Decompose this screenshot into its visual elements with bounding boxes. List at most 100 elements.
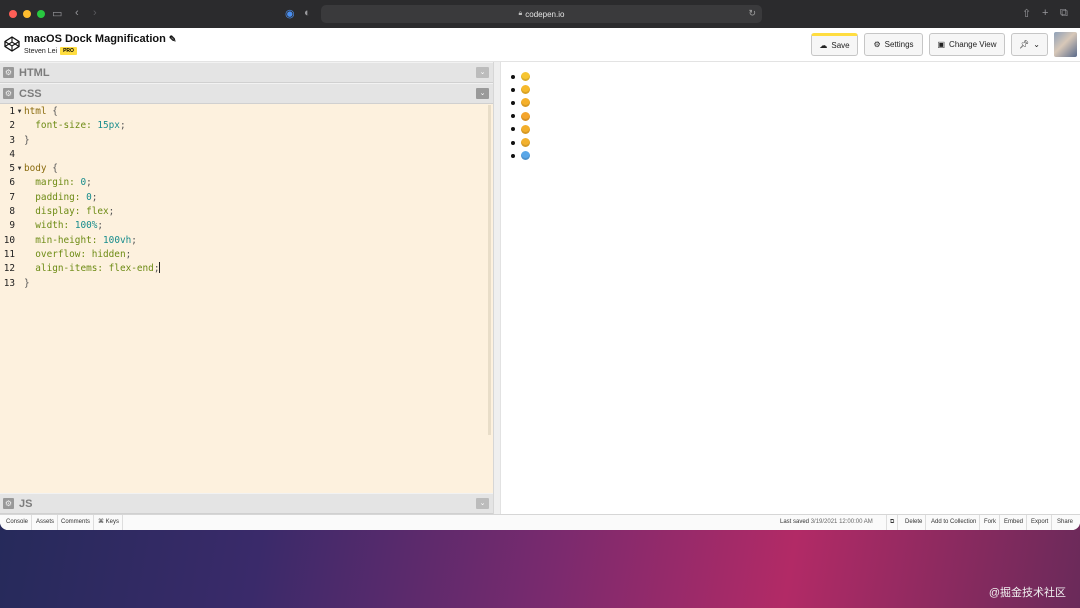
url-text: codepen.io bbox=[525, 9, 565, 19]
html-pane-header[interactable]: ⚙ HTML ⌄ bbox=[0, 62, 493, 83]
css-pane-header[interactable]: ⚙ CSS ⌄ bbox=[0, 83, 493, 104]
list-item bbox=[511, 110, 530, 123]
bullet-icon bbox=[511, 74, 515, 79]
settings-label: Settings bbox=[884, 40, 914, 49]
forward-arrow-icon[interactable]: › bbox=[93, 7, 97, 19]
code-token: { bbox=[46, 163, 58, 175]
codepen-logo-icon[interactable] bbox=[4, 36, 20, 52]
add-to-collection-button[interactable]: Add to Collection bbox=[928, 515, 981, 530]
code-line[interactable]: 5 ▼ body { bbox=[0, 162, 493, 176]
text-caret bbox=[159, 262, 161, 274]
author-name[interactable]: Steven Lei bbox=[24, 48, 57, 55]
last-saved-status: Last saved 3/19/2021 12:00:00 AM bbox=[780, 515, 873, 530]
smiling-face-icon bbox=[521, 85, 530, 95]
line-number: 13 bbox=[3, 277, 15, 289]
keys-button[interactable]: ⌘ Keys bbox=[95, 515, 124, 530]
code-token: ; bbox=[91, 191, 98, 203]
sidebar-toggle-icon[interactable]: ▭ bbox=[52, 7, 62, 20]
shield-icon[interactable]: ◐ bbox=[304, 7, 311, 19]
code-text: width: 100%; bbox=[24, 219, 103, 233]
share-button[interactable]: Share bbox=[1054, 515, 1076, 530]
last-saved-time: 3/19/2021 12:00:00 AM bbox=[810, 519, 873, 525]
save-button[interactable]: ☁ Save bbox=[811, 33, 858, 56]
code-token: align-items: flex-end bbox=[24, 263, 154, 275]
avatar[interactable] bbox=[1054, 32, 1077, 57]
code-token: font-size: bbox=[24, 120, 98, 132]
fold-arrow-icon[interactable]: ▼ bbox=[15, 105, 24, 119]
assets-button[interactable]: Assets bbox=[33, 515, 59, 530]
html-settings-gear-icon[interactable]: ⚙ bbox=[3, 67, 14, 78]
code-line[interactable]: 1 ▼ html { bbox=[0, 105, 493, 119]
code-token: margin: bbox=[24, 177, 81, 189]
pencil-icon[interactable]: ✎ bbox=[169, 34, 177, 44]
tab-overview-icon[interactable]: ⧉ bbox=[1060, 7, 1068, 20]
code-line[interactable]: 8 display: flex; bbox=[0, 205, 493, 219]
css-settings-gear-icon[interactable]: ⚙ bbox=[3, 88, 14, 99]
css-collapse-chevron-icon[interactable]: ⌄ bbox=[476, 88, 489, 99]
code-line[interactable]: 10 min-height: 100vh; bbox=[0, 234, 493, 248]
privacy-shield-icon[interactable]: ◉ bbox=[285, 7, 295, 20]
back-arrow-icon[interactable]: ‹ bbox=[75, 7, 79, 19]
js-collapse-chevron-icon[interactable]: ⌄ bbox=[476, 498, 489, 509]
editor-scrollbar[interactable] bbox=[488, 105, 491, 435]
change-view-button[interactable]: ▣ Change View bbox=[929, 33, 1005, 56]
delete-button[interactable]: Delete bbox=[902, 515, 927, 530]
code-line[interactable]: 11 overflow: hidden; bbox=[0, 248, 493, 262]
console-button[interactable]: Console bbox=[3, 515, 33, 530]
list-item bbox=[511, 96, 530, 109]
new-tab-icon[interactable]: + bbox=[1042, 7, 1048, 19]
pen-title[interactable]: macOS Dock Magnification ✎ bbox=[24, 33, 176, 45]
line-number: 7 bbox=[9, 191, 15, 203]
code-token: ; bbox=[131, 234, 137, 246]
code-text: padding: 0; bbox=[24, 191, 97, 205]
close-window-button[interactable] bbox=[9, 10, 17, 18]
css-code-editor[interactable]: 1 ▼ html {2 font-size: 15px; 3} 4 5 ▼ body {6 m… bbox=[0, 105, 493, 493]
star-struck-face-icon bbox=[521, 124, 530, 134]
code-line[interactable]: 12 align-items: flex-end; bbox=[0, 262, 493, 276]
fork-button[interactable]: Fork bbox=[981, 515, 1000, 530]
fold-arrow-icon[interactable]: ▼ bbox=[15, 162, 24, 176]
comments-button[interactable]: Comments bbox=[58, 515, 95, 530]
settings-button[interactable]: ⚙ Settings bbox=[864, 33, 923, 56]
js-settings-gear-icon[interactable]: ⚙ bbox=[3, 498, 14, 509]
open-external-icon[interactable]: ⧉ bbox=[886, 515, 899, 530]
zoom-window-button[interactable] bbox=[37, 10, 45, 18]
minimize-window-button[interactable] bbox=[23, 10, 31, 18]
code-token: ; bbox=[97, 220, 104, 232]
code-token: 100vh bbox=[103, 234, 132, 246]
code-line[interactable]: 7 padding: 0; bbox=[0, 191, 493, 205]
line-number: 6 bbox=[9, 177, 15, 189]
code-line[interactable]: 6 margin: 0; bbox=[0, 176, 493, 190]
reload-icon[interactable]: ↻ bbox=[748, 8, 756, 19]
line-number: 3 bbox=[9, 134, 15, 146]
code-line[interactable]: 2 font-size: 15px; bbox=[0, 119, 493, 133]
embed-button[interactable]: Embed bbox=[1001, 515, 1028, 530]
code-token: ; bbox=[108, 206, 115, 218]
html-collapse-chevron-icon[interactable]: ⌄ bbox=[476, 67, 489, 78]
code-line[interactable]: 3} bbox=[0, 134, 493, 148]
watermark: @掘金技术社区 bbox=[988, 587, 1066, 599]
export-button[interactable]: Export bbox=[1028, 515, 1053, 530]
resize-divider[interactable] bbox=[493, 62, 501, 514]
line-number: 4 bbox=[9, 148, 15, 160]
address-bar[interactable]: 🔒︎ codepen.io ↻ bbox=[321, 5, 762, 23]
pin-menu-button[interactable]: 📌︎ ⌄ bbox=[1011, 33, 1048, 56]
code-line[interactable]: 13} bbox=[0, 277, 493, 291]
last-saved-label: Last saved bbox=[780, 519, 810, 525]
bullet-icon bbox=[511, 114, 515, 119]
emoji-list bbox=[511, 70, 530, 162]
line-number: 12 bbox=[3, 263, 15, 275]
code-line[interactable]: 4 bbox=[0, 148, 493, 162]
code-token: } bbox=[24, 134, 30, 146]
list-item bbox=[511, 136, 530, 149]
list-item bbox=[511, 70, 530, 83]
code-token: width: bbox=[24, 220, 75, 232]
line-number: 1 bbox=[9, 106, 15, 117]
code-line[interactable]: 9 width: 100%; bbox=[0, 219, 493, 233]
share-icon[interactable]: ⇧ bbox=[1022, 7, 1031, 20]
js-pane-header[interactable]: ⚙ JS ⌄ bbox=[0, 493, 493, 514]
